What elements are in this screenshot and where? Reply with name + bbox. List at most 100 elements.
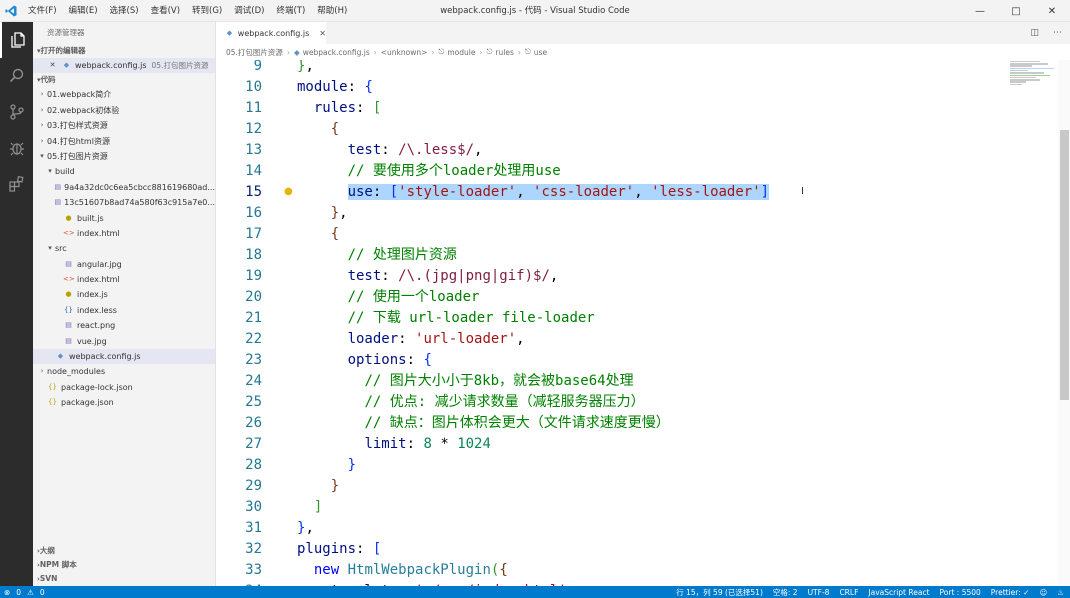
line-number: 10 xyxy=(245,79,262,95)
source-control-icon[interactable] xyxy=(0,94,33,130)
breadcrumb-unknown[interactable]: <unknown> xyxy=(381,48,428,57)
explorer-icon[interactable] xyxy=(0,22,33,58)
live-server-port[interactable]: Port : 5500 xyxy=(940,588,981,597)
indentation[interactable]: 空格: 2 xyxy=(773,587,798,598)
line-number: 29 xyxy=(245,478,262,494)
breadcrumb-module[interactable]: module xyxy=(447,48,475,57)
line-code: // 处理图片资源 xyxy=(347,247,457,263)
menu-view[interactable]: 查看(V) xyxy=(145,0,186,22)
line-code: } xyxy=(347,457,357,473)
menu-debug[interactable]: 调试(D) xyxy=(228,0,270,22)
webpack-config-icon: ◆ xyxy=(57,352,64,361)
error-count[interactable]: 0 xyxy=(16,588,21,597)
tree-file[interactable]: ● built.js xyxy=(33,211,215,226)
cursor-position[interactable]: 行 15，列 59 (已选择51) xyxy=(676,587,763,598)
maximize-button[interactable]: □ xyxy=(998,0,1034,22)
feedback-icon[interactable]: ☺ xyxy=(1039,588,1047,597)
line-code: }, xyxy=(297,60,314,74)
open-editors-header[interactable]: ▾打开的编辑器 xyxy=(33,44,215,58)
extensions-icon[interactable] xyxy=(0,166,33,202)
tree-folder[interactable]: › 04.打包html资源 xyxy=(33,134,215,149)
line-number: 19 xyxy=(245,268,262,284)
outline-section-header[interactable]: ›大纲 xyxy=(33,544,215,558)
code-line: 24 // 图片大小小于8kb，就会被base64处理 xyxy=(216,371,1058,392)
tree-file[interactable]: <> index.html xyxy=(33,272,215,287)
line-code: loader: 'url-loader', xyxy=(347,331,525,347)
close-window-button[interactable]: ✕ xyxy=(1034,0,1070,22)
line-code: } xyxy=(330,478,340,494)
breadcrumb-file[interactable]: webpack.config.js xyxy=(303,48,370,57)
tree-folder[interactable]: ▾ build xyxy=(33,164,215,179)
menu-edit[interactable]: 编辑(E) xyxy=(63,0,104,22)
tree-file[interactable]: {} package-lock.json xyxy=(33,380,215,395)
tree-file[interactable]: ▤ react.png xyxy=(33,318,215,333)
close-icon[interactable]: ✕ xyxy=(319,29,326,38)
close-icon[interactable]: ✕ xyxy=(47,58,58,73)
code-line: 17 { xyxy=(216,224,1058,245)
tree-file[interactable]: ▤ angular.jpg xyxy=(33,257,215,272)
tree-folder[interactable]: ▾ 05.打包图片资源 xyxy=(33,149,215,164)
code-line: 12 { xyxy=(216,119,1058,140)
language-mode[interactable]: JavaScript React xyxy=(868,588,929,597)
breadcrumb-use[interactable]: use xyxy=(534,48,547,57)
more-actions-icon[interactable]: ⋯ xyxy=(1053,28,1062,38)
js-file-icon: ● xyxy=(65,213,72,222)
vscode-logo-icon xyxy=(0,0,22,22)
menu-file[interactable]: 文件(F) xyxy=(22,0,63,22)
code-line: 27 limit: 8 * 1024 xyxy=(216,434,1058,455)
image-file-icon: ▤ xyxy=(65,321,72,330)
tree-folder[interactable]: › 02.webpack初体验 xyxy=(33,103,215,118)
vertical-scrollbar[interactable] xyxy=(1058,60,1070,586)
tree-file[interactable]: {} index.less xyxy=(33,303,215,318)
tree-folder[interactable]: › 03.打包样式资源 xyxy=(33,118,215,133)
tree-item-label: package.json xyxy=(61,398,114,408)
bell-icon[interactable]: ♨ xyxy=(1057,588,1064,597)
warning-icon[interactable]: ⚠ xyxy=(27,588,34,597)
code-line: 9}, xyxy=(216,60,1058,77)
tree-file[interactable]: ▤ vue.jpg xyxy=(33,334,215,349)
code-editor[interactable]: 9}, 10 module: { 11 rules: [ 12 { 13 test… xyxy=(216,60,1058,586)
breadcrumb-rules[interactable]: rules xyxy=(495,48,513,57)
menu-terminal[interactable]: 终端(T) xyxy=(270,0,311,22)
warning-count[interactable]: 0 xyxy=(40,588,45,597)
error-icon[interactable]: ⊗ xyxy=(4,588,10,597)
line-number: 30 xyxy=(245,499,262,515)
code-line: 33 new HtmlWebpackPlugin({ xyxy=(216,560,1058,581)
tree-file[interactable]: {} package.json xyxy=(33,395,215,410)
tree-file[interactable]: ◆ webpack.config.js xyxy=(33,349,215,365)
chevron-right-icon: › xyxy=(40,121,44,130)
split-editor-icon[interactable]: ◫ xyxy=(1030,28,1039,38)
minimap[interactable] xyxy=(1010,60,1056,120)
search-icon[interactable] xyxy=(0,58,33,94)
line-ending[interactable]: CRLF xyxy=(839,588,858,597)
tree-item-label: src xyxy=(55,244,67,254)
menu-go[interactable]: 转到(G) xyxy=(186,0,228,22)
debug-icon[interactable] xyxy=(0,130,33,166)
line-number: 18 xyxy=(245,247,262,263)
tree-file[interactable]: ▤ 13c51607b8ad74a580f63c915a7e0... xyxy=(33,195,215,210)
tree-folder[interactable]: ▾ src xyxy=(33,241,215,256)
npm-scripts-section-header[interactable]: ›NPM 脚本 xyxy=(33,558,215,572)
key-icon: ⎋ xyxy=(438,47,445,56)
tab-webpack-config[interactable]: ◆ webpack.config.js ✕ xyxy=(216,22,326,44)
tree-folder[interactable]: › node_modules xyxy=(33,364,215,379)
menu-help[interactable]: 帮助(H) xyxy=(311,0,353,22)
title-bar: 文件(F) 编辑(E) 选择(S) 查看(V) 转到(G) 调试(D) 终端(T… xyxy=(0,0,1070,22)
scrollbar-thumb[interactable] xyxy=(1060,130,1069,400)
menu-selection[interactable]: 选择(S) xyxy=(104,0,145,22)
tree-file[interactable]: ▤ 9a4a32dc0c6ea5cbcc881619680ad... xyxy=(33,180,215,195)
open-editor-item[interactable]: ✕ ◆ webpack.config.js 05.打包图片资源 xyxy=(33,58,215,74)
encoding[interactable]: UTF-8 xyxy=(808,588,830,597)
svn-section-header[interactable]: ›SVN xyxy=(33,572,215,586)
window-controls: — □ ✕ xyxy=(962,0,1070,22)
workspace-header[interactable]: ▾代码 xyxy=(33,73,215,87)
tree-folder[interactable]: › 01.webpack简介 xyxy=(33,87,215,102)
tree-file[interactable]: <> index.html xyxy=(33,226,215,241)
breadcrumb-folder[interactable]: 05.打包图片资源 xyxy=(226,47,283,58)
tree-file[interactable]: ● index.js xyxy=(33,287,215,302)
minimize-button[interactable]: — xyxy=(962,0,998,22)
code-line: 26 // 缺点：图片体积会更大（文件请求速度更慢） xyxy=(216,413,1058,434)
lightbulb-icon[interactable]: ● xyxy=(284,186,293,197)
editor-tab-bar: ◆ webpack.config.js ✕ ◫ ⋯ xyxy=(216,22,1070,44)
prettier-status[interactable]: Prettier: ✓ xyxy=(991,588,1030,597)
